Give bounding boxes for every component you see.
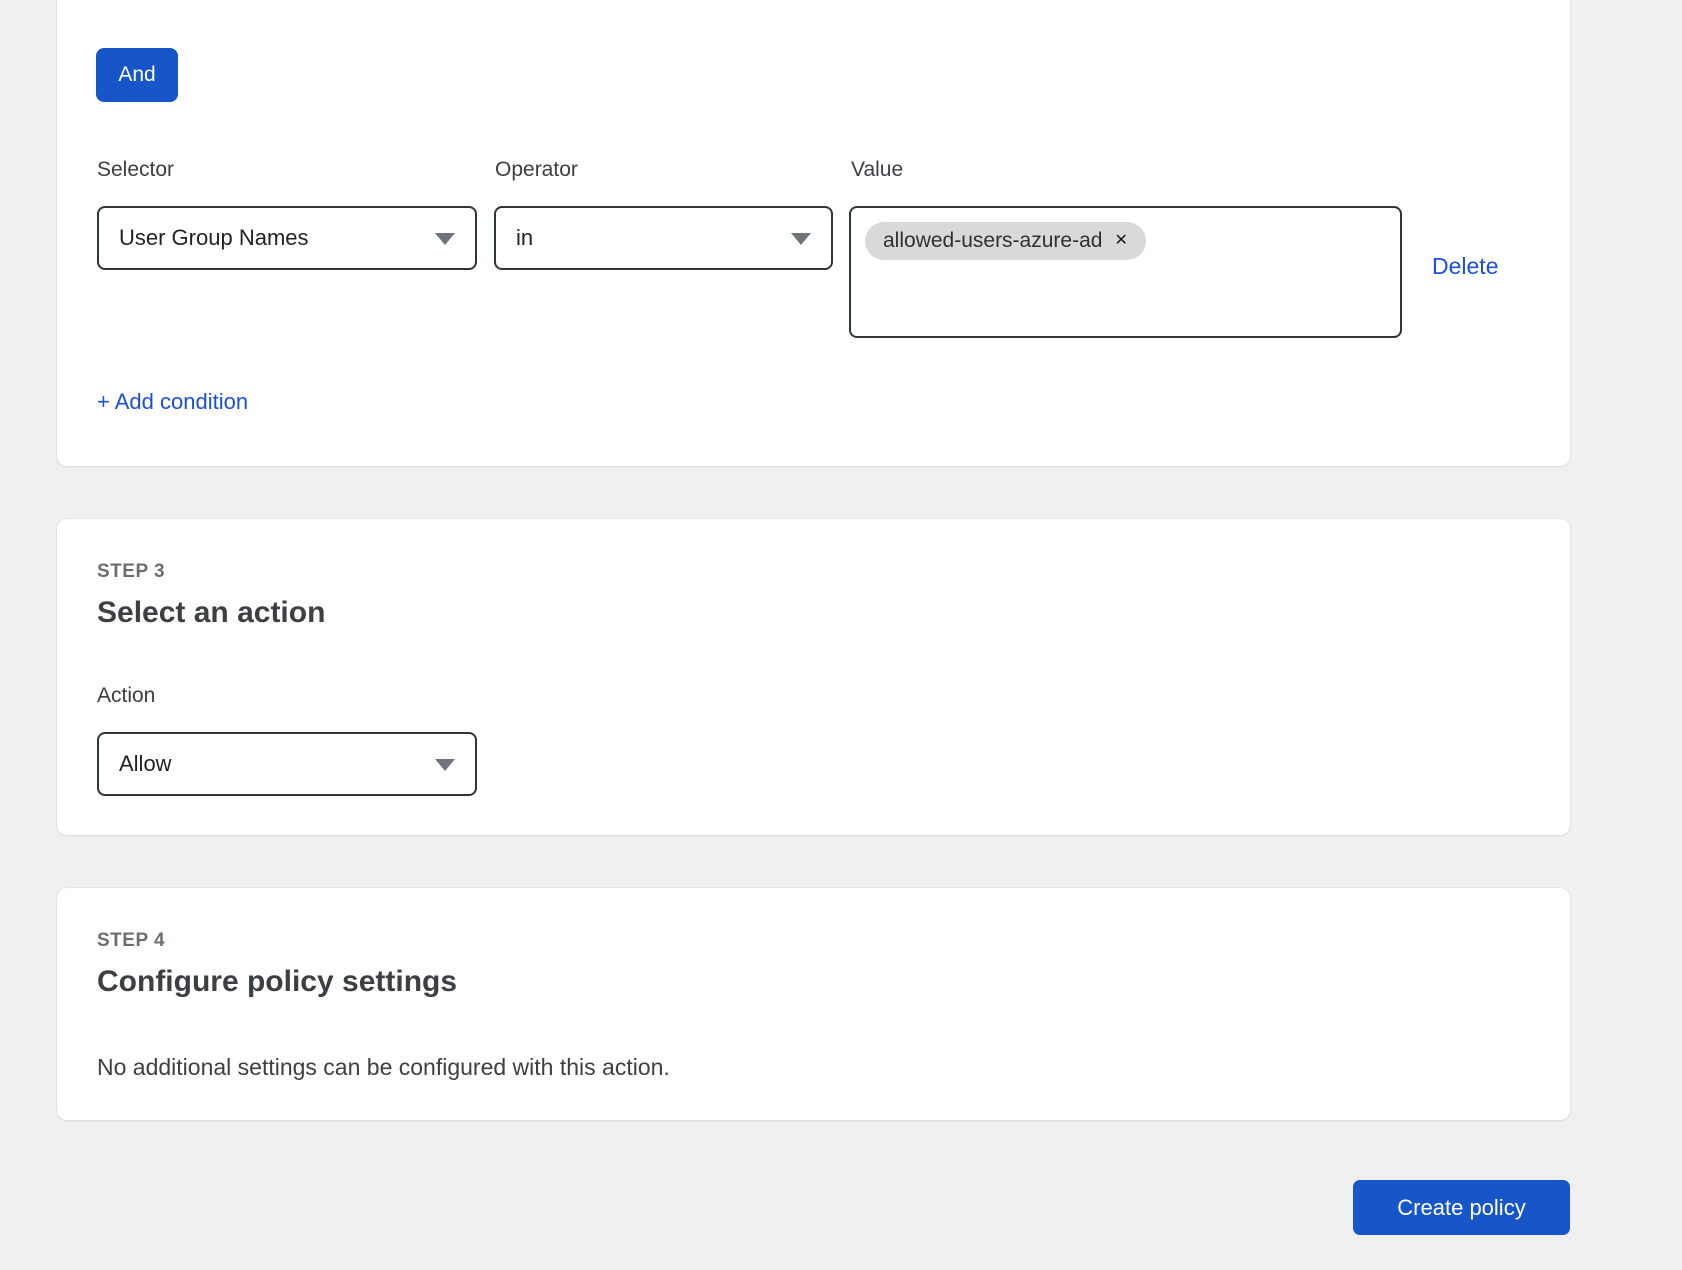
chevron-down-icon — [435, 759, 455, 771]
value-label: Value — [851, 158, 903, 182]
step4-card — [57, 888, 1570, 1120]
and-connector-button[interactable]: And — [96, 48, 178, 102]
add-condition-link[interactable]: + Add condition — [97, 389, 248, 415]
value-multiselect-input[interactable]: allowed-users-azure-ad ✕ — [849, 206, 1402, 338]
operator-dropdown-value: in — [516, 225, 533, 251]
chevron-down-icon — [435, 233, 455, 245]
remove-tag-icon[interactable]: ✕ — [1114, 233, 1127, 249]
selector-dropdown[interactable]: User Group Names — [97, 206, 477, 270]
create-policy-button[interactable]: Create policy — [1353, 1180, 1570, 1235]
step3-label: STEP 3 — [97, 561, 165, 583]
operator-label: Operator — [495, 158, 578, 182]
step4-label: STEP 4 — [97, 930, 165, 952]
selector-dropdown-value: User Group Names — [119, 225, 309, 251]
action-label: Action — [97, 684, 155, 708]
selector-label: Selector — [97, 158, 174, 182]
value-tag-text: allowed-users-azure-ad — [883, 229, 1102, 253]
action-dropdown-value: Allow — [119, 751, 172, 777]
step4-title: Configure policy settings — [97, 965, 457, 999]
delete-condition-link[interactable]: Delete — [1432, 253, 1498, 280]
step4-description: No additional settings can be configured… — [97, 1054, 670, 1081]
policy-builder-page: And Selector Operator Value User Group N… — [0, 0, 1682, 1270]
operator-dropdown[interactable]: in — [494, 206, 833, 270]
action-dropdown[interactable]: Allow — [97, 732, 477, 796]
chevron-down-icon — [791, 233, 811, 245]
step3-title: Select an action — [97, 596, 325, 630]
value-tag: allowed-users-azure-ad ✕ — [865, 222, 1146, 260]
